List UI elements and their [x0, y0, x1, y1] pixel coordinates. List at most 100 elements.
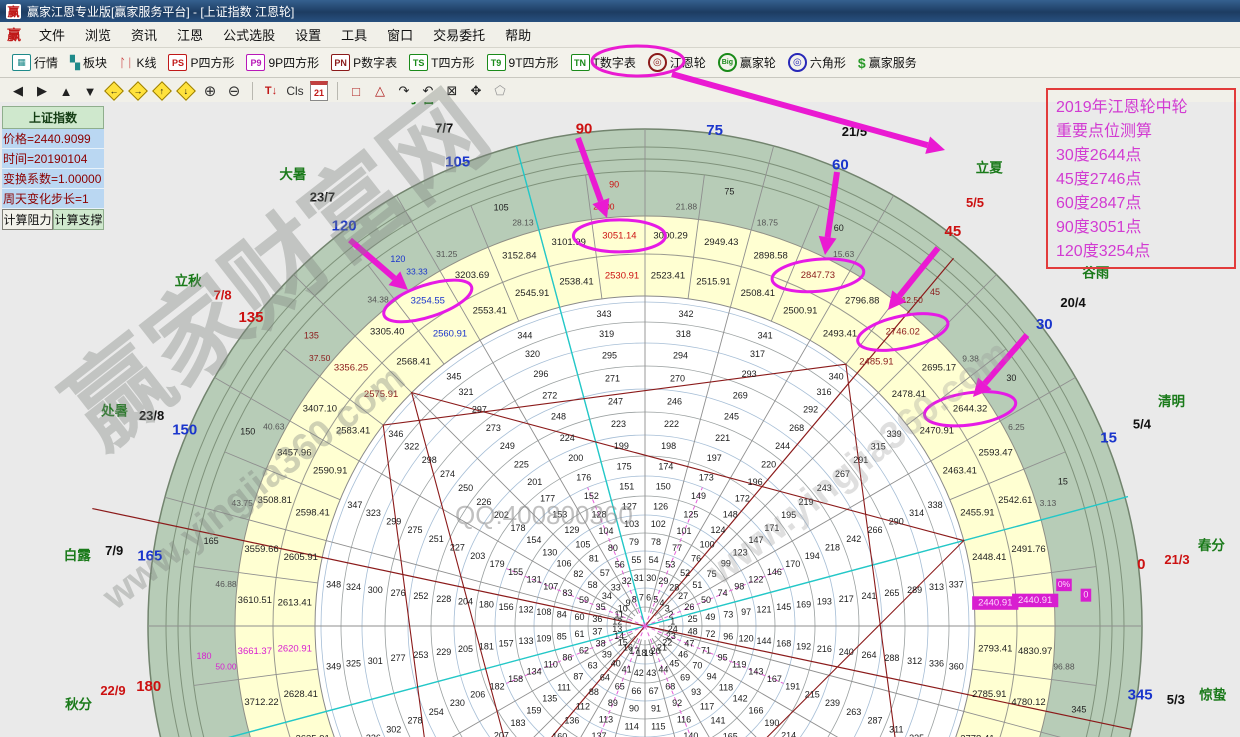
- svg-text:2628.41: 2628.41: [284, 689, 318, 700]
- tool-nav-down[interactable]: ▼: [79, 81, 101, 101]
- menu-item-gann[interactable]: 江恩: [167, 22, 213, 47]
- toolbar-item-sectors[interactable]: ▚板块: [64, 52, 113, 73]
- tool-cls-button[interactable]: Cls: [284, 81, 306, 101]
- svg-text:253: 253: [413, 650, 428, 660]
- svg-text:94: 94: [707, 672, 717, 682]
- tool-shift-left[interactable]: ←: [103, 81, 125, 101]
- svg-text:5: 5: [653, 595, 658, 605]
- dollar-icon: $: [858, 55, 866, 71]
- svg-text:60: 60: [834, 223, 844, 233]
- menu-item-tools[interactable]: 工具: [331, 22, 377, 47]
- toolbar-item-9p-square[interactable]: P99P四方形: [240, 52, 325, 73]
- tool-shift-right[interactable]: →: [127, 81, 149, 101]
- tool-zoom-in[interactable]: ⊕: [199, 81, 221, 101]
- calc-resistance-button[interactable]: 计算阻力: [2, 209, 53, 230]
- calc-support-button[interactable]: 计算支撑: [53, 209, 104, 230]
- menu-item-file[interactable]: 文件: [29, 22, 75, 47]
- tool-lasso[interactable]: ⬠: [489, 81, 511, 101]
- svg-text:194: 194: [805, 551, 820, 561]
- tool-nav-right[interactable]: ▶: [31, 81, 53, 101]
- svg-text:218: 218: [825, 543, 840, 553]
- toolbar-item-9t-square[interactable]: T99T四方形: [481, 52, 565, 73]
- svg-text:248: 248: [551, 412, 566, 422]
- toolbar-item-winner-service[interactable]: $赢家服务: [852, 52, 923, 73]
- tool-nav-up[interactable]: ▲: [55, 81, 77, 101]
- svg-text:110: 110: [544, 659, 558, 669]
- menu-item-help[interactable]: 帮助: [495, 22, 541, 47]
- svg-text:240: 240: [839, 647, 854, 657]
- svg-text:227: 227: [450, 543, 465, 553]
- toolbar-item-winner-wheel[interactable]: Big赢家轮: [712, 51, 782, 74]
- svg-text:100: 100: [700, 539, 715, 549]
- menu-bar: 赢 文件浏览资讯江恩公式选股设置工具窗口交易委托帮助: [0, 22, 1240, 48]
- svg-text:90: 90: [629, 704, 639, 714]
- svg-text:7/7: 7/7: [435, 120, 453, 135]
- toolbar-item-kline[interactable]: ᛚᛁK线: [113, 52, 162, 73]
- svg-text:2796.88: 2796.88: [845, 295, 879, 306]
- svg-text:44: 44: [658, 665, 668, 675]
- svg-text:341: 341: [758, 330, 773, 340]
- svg-text:43: 43: [646, 668, 656, 678]
- toolbar-item-t-square[interactable]: TST四方形: [403, 52, 480, 73]
- tool-box-x[interactable]: ⊠: [441, 81, 463, 101]
- toolbar-item-p-number-table[interactable]: PNP数字表: [325, 52, 403, 73]
- index-name: 上证指数: [2, 106, 104, 129]
- tool-draw-square[interactable]: □: [345, 81, 367, 101]
- svg-text:274: 274: [440, 469, 455, 479]
- svg-text:74: 74: [718, 588, 728, 598]
- tool-zoom-out[interactable]: ⊖: [223, 81, 245, 101]
- svg-text:119: 119: [732, 659, 746, 669]
- svg-text:268: 268: [789, 423, 804, 433]
- svg-text:61: 61: [575, 629, 585, 639]
- svg-text:71: 71: [701, 646, 711, 656]
- tool-calendar[interactable]: 21: [308, 81, 330, 101]
- svg-text:96.88: 96.88: [1053, 662, 1075, 672]
- annotation-line-4: 60度2847点: [1056, 192, 1226, 216]
- toolbar-item-quotes[interactable]: ▦行情: [6, 52, 64, 73]
- tool-nav-left[interactable]: ◀: [7, 81, 29, 101]
- svg-text:2463.41: 2463.41: [943, 465, 977, 476]
- svg-text:345: 345: [1128, 687, 1153, 704]
- svg-text:24: 24: [668, 624, 678, 634]
- tool-shift-up[interactable]: ↑: [151, 81, 173, 101]
- toolbar-label-winner-service: 赢家服务: [869, 54, 917, 71]
- info-row-3: 周天变化步长=1: [2, 189, 104, 209]
- toolbar-item-gann-wheel[interactable]: ◎江恩轮: [642, 51, 712, 74]
- svg-text:326: 326: [366, 733, 381, 737]
- svg-text:62: 62: [579, 646, 589, 656]
- toolbar-item-hexagon[interactable]: ◎六角形: [782, 51, 852, 74]
- svg-text:82: 82: [573, 569, 583, 579]
- toolbar-item-p-square[interactable]: PSP四方形: [162, 52, 240, 73]
- svg-text:30: 30: [1006, 373, 1016, 383]
- svg-text:清明: 清明: [1158, 393, 1185, 409]
- svg-text:239: 239: [825, 698, 840, 708]
- svg-text:3712.22: 3712.22: [244, 697, 278, 708]
- toolbar-label-hexagon: 六角形: [810, 54, 846, 71]
- menu-item-formula-stock-pick[interactable]: 公式选股: [213, 22, 285, 47]
- tool-expand[interactable]: ✥: [465, 81, 487, 101]
- tool-draw-triangle[interactable]: △: [369, 81, 391, 101]
- tool-shift-down[interactable]: ↓: [175, 81, 197, 101]
- toolbar-item-t-number-table[interactable]: TNT数字表: [565, 52, 642, 73]
- svg-text:75: 75: [706, 122, 723, 139]
- menu-item-settings[interactable]: 设置: [285, 22, 331, 47]
- svg-text:21.88: 21.88: [676, 201, 698, 211]
- svg-text:264: 264: [862, 650, 877, 660]
- svg-text:3051.14: 3051.14: [602, 230, 636, 241]
- tool-rotate-cw[interactable]: ↷: [393, 81, 415, 101]
- menu-item-trade-entrust[interactable]: 交易委托: [423, 22, 495, 47]
- TN-icon: TN: [571, 54, 590, 71]
- svg-text:150: 150: [656, 482, 671, 492]
- menu-item-news[interactable]: 资讯: [121, 22, 167, 47]
- svg-text:46: 46: [678, 650, 688, 660]
- menu-item-browse[interactable]: 浏览: [75, 22, 121, 47]
- tool-price-axis[interactable]: T↓: [260, 81, 282, 101]
- svg-text:177: 177: [540, 493, 555, 503]
- menu-item-window[interactable]: 窗口: [377, 22, 423, 47]
- svg-text:98: 98: [734, 581, 744, 591]
- svg-text:298: 298: [422, 455, 437, 465]
- svg-text:125: 125: [683, 510, 698, 520]
- svg-text:321: 321: [459, 387, 474, 397]
- tool-rotate-ccw[interactable]: ↶: [417, 81, 439, 101]
- svg-text:33.33: 33.33: [406, 266, 428, 276]
